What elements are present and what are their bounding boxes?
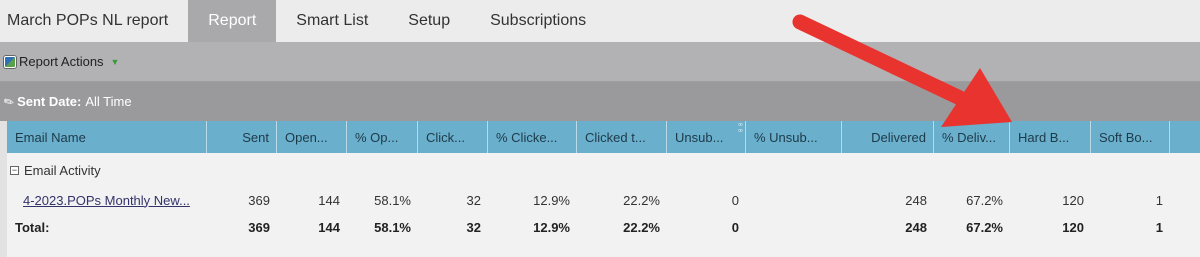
total-opened: 144 [318,219,340,235]
filter-bar[interactable]: ✎ Sent Date: All Time [0,82,1200,121]
total-hard-bounced: 120 [1062,219,1084,235]
col-header-hard-bounced[interactable]: Hard B... [1010,121,1091,153]
report-actions-button[interactable]: Report Actions ▼ [4,54,119,69]
column-resize-grip[interactable]: ▫▫ ▫▫ [738,121,743,135]
total-unsubscribed: 0 [731,219,739,235]
filter-value: All Time [85,94,132,109]
col-header-delivered[interactable]: Delivered [842,121,934,153]
cell-pct-opened: 58.1% [374,192,411,208]
grid-header: Email Name Sent Open... % Op... Click...… [7,121,1200,153]
filter-label: Sent Date: [17,94,82,109]
total-label: Total: [15,219,50,235]
cell-pct-delivered: 67.2% [966,192,1003,208]
col-header-unsubscribed[interactable]: Unsub... [667,121,746,153]
report-icon [4,55,16,68]
tab-report[interactable]: Report [188,0,277,42]
tab-smart-list[interactable]: Smart List [276,0,388,42]
collapse-minus-icon[interactable]: − [10,165,19,175]
col-header-pct-unsubscribed[interactable]: % Unsub... [746,121,842,153]
toolbar: Report Actions ▼ [0,42,1200,82]
col-header-pct-delivered[interactable]: % Deliv... [934,121,1010,153]
cell-pct-unsubscribed [746,187,842,213]
cell-clicked: 32 [466,192,481,208]
table-row: 4-2023.POPs Monthly New... 369 144 58.1%… [7,187,1200,213]
total-sent: 369 [248,219,270,235]
triangle-down-icon: ▼ [110,56,120,67]
total-pct-delivered: 67.2% [966,219,1003,235]
col-header-opened[interactable]: Open... [277,121,347,153]
cell-pct-clicked: 12.9% [533,192,570,208]
total-pct-unsubscribed [746,214,842,240]
col-header-clicked[interactable]: Click... [418,121,488,153]
group-row-email-activity[interactable]: − Email Activity [7,153,1200,187]
filter-icon: ✎ [1,92,17,111]
cell-sent: 369 [248,192,270,208]
col-header-clicked-to-open[interactable]: Clicked t... [577,121,667,153]
cell-clicked-to-open: 22.2% [623,192,660,208]
total-pct-opened: 58.1% [374,219,411,235]
email-name-link[interactable]: 4-2023.POPs Monthly New... [23,193,190,208]
col-header-pct-clicked[interactable]: % Clicke... [488,121,577,153]
cell-hard-bounced: 120 [1062,192,1084,208]
tab-subscriptions[interactable]: Subscriptions [470,0,606,42]
cell-opened: 144 [318,192,340,208]
col-header-email-name[interactable]: Email Name [7,121,207,153]
total-clicked: 32 [466,219,481,235]
cell-unsubscribed: 0 [731,192,739,208]
total-delivered: 248 [905,219,927,235]
col-header-pct-opened[interactable]: % Op... [347,121,418,153]
total-row: Total: 369 144 58.1% 32 12.9% 22.2% 0 24… [7,214,1200,240]
report-grid: Email Name Sent Open... % Op... Click...… [0,121,1200,257]
col-header-sent[interactable]: Sent [207,121,277,153]
group-label: Email Activity [24,162,101,178]
cell-soft-bounced: 1 [1155,192,1163,208]
grid-gutter [0,121,7,257]
tab-bar: March POPs NL report Report Smart List S… [0,0,1200,42]
total-pct-clicked: 12.9% [533,219,570,235]
tab-report-name[interactable]: March POPs NL report [0,0,188,42]
total-clicked-to-open: 22.2% [623,219,660,235]
cell-email-name[interactable]: 4-2023.POPs Monthly New... [7,187,207,213]
col-header-soft-bounced[interactable]: Soft Bo... [1091,121,1170,153]
report-actions-label: Report Actions [19,54,104,69]
cell-delivered: 248 [905,192,927,208]
col-header-filler [1170,121,1200,153]
total-soft-bounced: 1 [1155,219,1163,235]
tab-setup[interactable]: Setup [388,0,470,42]
